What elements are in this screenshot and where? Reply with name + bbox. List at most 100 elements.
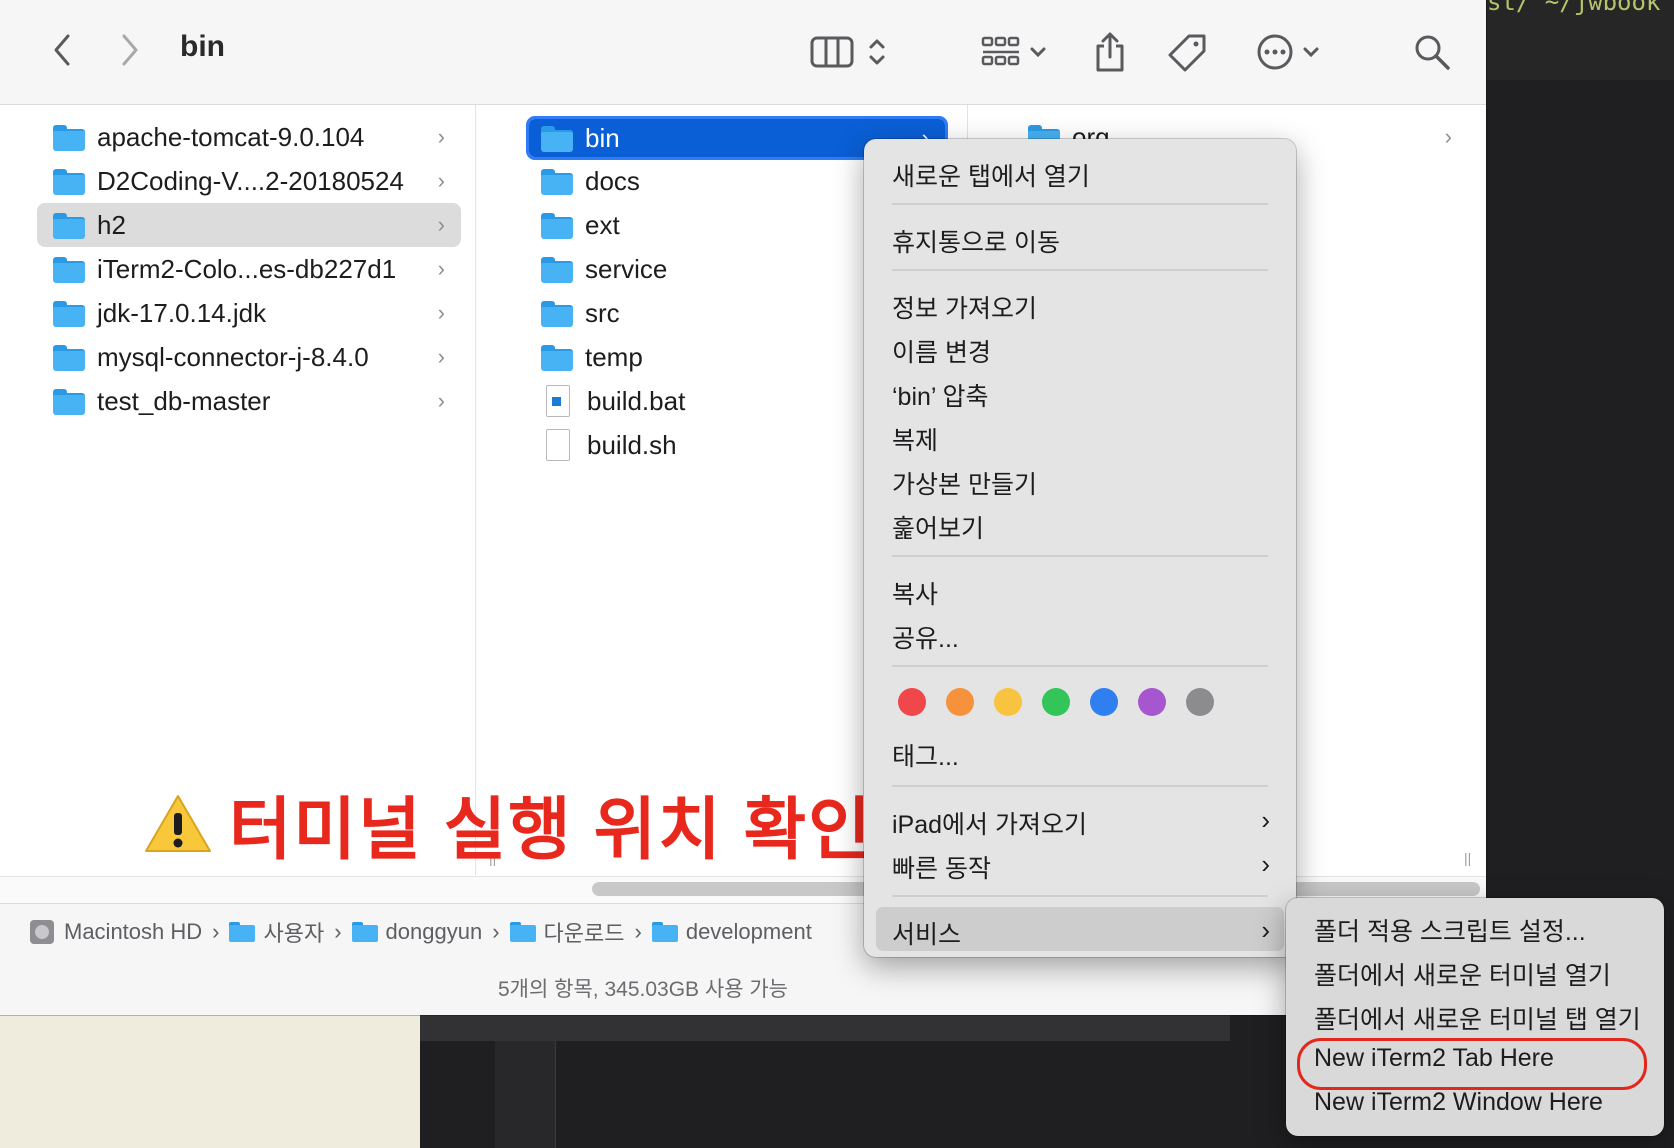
- tag-blue[interactable]: [1090, 688, 1118, 716]
- list-item[interactable]: apache-tomcat-9.0.104 ›: [41, 115, 461, 159]
- menu-item-open-new-tab[interactable]: 새로운 탭에서 열기: [892, 157, 1090, 193]
- status-bar: 5개의 항목, 345.03GB 사용 가능: [0, 960, 1486, 1015]
- chevron-right-icon: ›: [1444, 124, 1452, 149]
- list-item[interactable]: D2Coding-V....2-20180524 ›: [41, 159, 461, 203]
- tag-orange[interactable]: [946, 688, 974, 716]
- columns-view-icon: [810, 36, 854, 68]
- folder-icon: [541, 345, 573, 371]
- folder-icon: [53, 169, 85, 195]
- list-item[interactable]: build.sh: [529, 423, 829, 467]
- list-item[interactable]: docs: [529, 159, 829, 203]
- menu-separator: [892, 665, 1268, 667]
- menu-item-move-to-trash[interactable]: 휴지통으로 이동: [892, 223, 1060, 259]
- group-button[interactable]: [976, 30, 1052, 74]
- warning-text: 터미널 실행 위치 확인: [229, 792, 873, 868]
- path-separator: ›: [334, 919, 342, 944]
- tag-yellow[interactable]: [994, 688, 1022, 716]
- menu-item-quick-look[interactable]: 훑어보기: [892, 509, 984, 545]
- list-item[interactable]: temp: [529, 335, 829, 379]
- document-icon: [546, 429, 570, 461]
- list-item[interactable]: iTerm2-Colo...es-db227d1 ›: [41, 247, 461, 291]
- menu-item-duplicate[interactable]: 복제: [892, 421, 938, 457]
- chevron-down-icon: [1303, 47, 1319, 58]
- menu-separator: [892, 555, 1268, 557]
- chevron-down-icon: [1030, 47, 1046, 58]
- path-item[interactable]: 다운로드 ›: [509, 916, 652, 948]
- path-item[interactable]: development: [651, 919, 812, 945]
- background-panel: [420, 1015, 1230, 1041]
- menu-item-get-info[interactable]: 정보 가져오기: [892, 289, 1037, 325]
- list-item[interactable]: mysql-connector-j-8.4.0 ›: [41, 335, 461, 379]
- path-item[interactable]: Macintosh HD ›: [30, 919, 229, 945]
- menu-item-copy[interactable]: 복사: [892, 575, 938, 611]
- chevron-right-icon: ›: [1261, 915, 1270, 945]
- share-button[interactable]: [1090, 28, 1130, 76]
- path-separator: ›: [492, 919, 500, 944]
- chevron-left-icon: [54, 34, 70, 66]
- submenu-item-folder-actions[interactable]: 폴더 적용 스크립트 설정...: [1314, 912, 1586, 948]
- chevron-right-icon: ›: [1261, 849, 1270, 879]
- services-submenu: 폴더 적용 스크립트 설정... 폴더에서 새로운 터미널 열기 폴더에서 새로…: [1286, 898, 1664, 1136]
- chevron-right-icon: ›: [437, 124, 445, 149]
- menu-item-rename[interactable]: 이름 변경: [892, 333, 991, 369]
- list-item-selected[interactable]: h2 ›: [37, 203, 461, 247]
- background-terminal-text: st/ ~/jwbook: [1487, 0, 1661, 16]
- chevron-right-icon: ›: [437, 344, 445, 369]
- menu-separator: [892, 203, 1268, 205]
- folder-icon: [541, 257, 573, 283]
- background-terminal: st/ ~/jwbook: [1487, 0, 1674, 80]
- back-button[interactable]: [44, 30, 80, 70]
- search-button[interactable]: [1410, 30, 1454, 74]
- submenu-item-new-iterm2-window[interactable]: New iTerm2 Window Here: [1314, 1088, 1603, 1117]
- view-mode-button[interactable]: [804, 30, 894, 74]
- menu-item-compress[interactable]: ‘bin’ 압축: [892, 377, 989, 413]
- submenu-item-new-iterm2-tab[interactable]: New iTerm2 Tab Here: [1314, 1044, 1554, 1073]
- folder-icon: [53, 345, 85, 371]
- menu-item-quick-actions[interactable]: 빠른 동작: [892, 849, 991, 885]
- search-icon: [1415, 35, 1450, 70]
- menu-item-import-from-ipad[interactable]: iPad에서 가져오기: [892, 805, 1087, 841]
- tag-gray[interactable]: [1186, 688, 1214, 716]
- chevron-right-icon: [122, 34, 138, 66]
- folder-icon: [53, 389, 85, 415]
- list-item[interactable]: jdk-17.0.14.jdk ›: [41, 291, 461, 335]
- grid-group-icon: [981, 36, 1020, 66]
- context-menu: 새로운 탭에서 열기 휴지통으로 이동 정보 가져오기 이름 변경 ‘bin’ …: [864, 139, 1296, 957]
- menu-item-services[interactable]: 서비스: [892, 915, 961, 951]
- downloads-folder-icon: [509, 922, 536, 942]
- folder-icon: [541, 213, 573, 239]
- chevron-right-icon: ›: [437, 388, 445, 413]
- list-item[interactable]: ext: [529, 203, 829, 247]
- menu-item-share[interactable]: 공유...: [892, 619, 959, 655]
- hard-drive-icon: [30, 920, 54, 944]
- forward-button[interactable]: [112, 30, 148, 70]
- folder-icon: [53, 257, 85, 283]
- path-item[interactable]: 사용자 ›: [229, 916, 351, 948]
- chevron-right-icon: ›: [437, 212, 445, 237]
- menu-item-tags[interactable]: 태그...: [892, 737, 959, 773]
- window-title: bin: [180, 30, 225, 63]
- tag-button[interactable]: [1164, 30, 1210, 76]
- list-item[interactable]: build.bat: [529, 379, 829, 423]
- menu-separator: [892, 895, 1268, 897]
- more-actions-button[interactable]: [1250, 30, 1326, 74]
- share-icon: [1096, 32, 1124, 72]
- submenu-item-new-terminal[interactable]: 폴더에서 새로운 터미널 열기: [1314, 956, 1611, 992]
- list-item[interactable]: test_db-master ›: [41, 379, 461, 423]
- menu-separator: [892, 785, 1268, 787]
- column-resize-handle[interactable]: ||: [1464, 850, 1471, 866]
- tag-purple[interactable]: [1138, 688, 1166, 716]
- path-item[interactable]: donggyun ›: [351, 919, 510, 945]
- submenu-item-new-terminal-tab[interactable]: 폴더에서 새로운 터미널 탭 열기: [1314, 1000, 1641, 1036]
- column-1: apache-tomcat-9.0.104 › D2Coding-V....2-…: [5, 105, 496, 875]
- tag-red[interactable]: [898, 688, 926, 716]
- up-down-chevron-icon: [869, 39, 885, 65]
- folder-icon: [541, 301, 573, 327]
- menu-item-make-alias[interactable]: 가상본 만들기: [892, 465, 1037, 501]
- path-separator: ›: [634, 919, 642, 944]
- list-item[interactable]: service: [529, 247, 829, 291]
- tag-green[interactable]: [1042, 688, 1070, 716]
- folder-icon: [541, 169, 573, 195]
- list-item[interactable]: src: [529, 291, 829, 335]
- path-separator: ›: [212, 919, 220, 944]
